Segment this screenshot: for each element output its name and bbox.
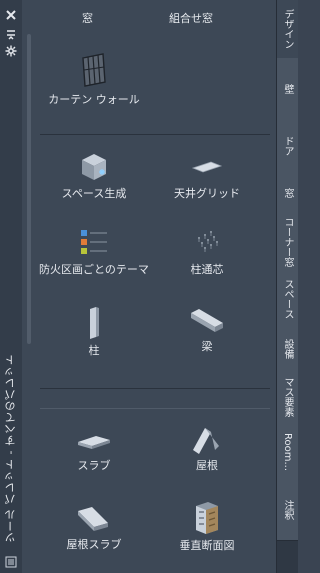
close-icon[interactable] <box>5 6 17 20</box>
assembly-window-tool-label[interactable]: 組合せ窓 <box>169 10 213 26</box>
tool-vertical-section[interactable]: 垂直断面図 <box>152 500 262 553</box>
tab-corner-window[interactable]: コーナー窓 <box>277 214 298 271</box>
tool-label: 防火区画ごとのテーマ <box>39 263 149 276</box>
section-divider <box>40 134 270 135</box>
beam-icon <box>191 309 223 332</box>
palette-tabs: デザイン 壁 ドア 窓 コーナー窓 スペース 設備 マス要素 Room... 注… <box>276 0 298 573</box>
column-grid-icon <box>198 231 218 252</box>
tool-column-grid[interactable]: 柱通芯 <box>152 228 262 277</box>
tab-equipment[interactable]: 設備 <box>277 328 298 371</box>
tool-label: カーテン ウォール <box>48 93 140 106</box>
tool-fire-zone-theme[interactable]: 防火区画ごとのテーマ <box>39 228 149 277</box>
tab-room[interactable]: Room... <box>277 424 298 481</box>
fire-zone-theme-icon <box>81 230 107 254</box>
tool-beam[interactable]: 梁 <box>152 305 262 354</box>
roof-icon <box>193 428 219 454</box>
window-tool-label[interactable]: 窓 <box>82 10 93 26</box>
tool-roof-slab[interactable]: 屋根スラブ <box>39 503 149 552</box>
tool-roof[interactable]: 屋根 <box>152 424 262 473</box>
tab-door[interactable]: ドア <box>277 120 298 173</box>
tool-label: 垂直断面図 <box>179 539 235 552</box>
vertical-section-icon <box>196 502 218 534</box>
tab-wall[interactable]: 壁 <box>277 58 298 121</box>
settings-icon[interactable] <box>5 42 17 57</box>
tool-label: 屋根スラブ <box>66 538 122 551</box>
tool-ceiling-grid[interactable]: 天井グリッド <box>152 150 262 201</box>
tool-curtain-wall[interactable]: カーテン ウォール <box>39 52 149 107</box>
tab-mass-element[interactable]: マス要素 <box>277 370 298 425</box>
tool-space-generate[interactable]: スペース生成 <box>39 150 149 201</box>
tool-palette-content: 窓 組合せ窓 カーテン ウォール スペース生成 天井グリッド 防火区画ごとのテー… <box>22 0 277 573</box>
tool-label: 柱通芯 <box>190 263 224 276</box>
tab-space[interactable]: スペース <box>277 270 298 329</box>
roof-slab-icon <box>78 507 108 531</box>
curtain-wall-icon <box>82 53 106 87</box>
palette-properties-icon[interactable] <box>5 553 17 568</box>
palette-title: ツール パレット - すべてのパレット <box>4 354 17 543</box>
tool-label: スラブ <box>77 459 111 472</box>
section-divider <box>40 408 270 409</box>
section-divider <box>40 388 270 389</box>
tab-design[interactable]: デザイン <box>277 0 298 59</box>
tool-column[interactable]: 柱 <box>39 305 149 358</box>
auto-hide-icon[interactable] <box>5 26 17 40</box>
tab-annotation[interactable]: 注釈 <box>277 480 298 541</box>
tab-window[interactable]: 窓 <box>277 172 298 215</box>
tool-label: スペース生成 <box>61 187 127 200</box>
legend-swatch <box>81 230 87 236</box>
tool-slab[interactable]: スラブ <box>39 428 149 473</box>
palette-title-bar: ツール パレット - すべてのパレット <box>0 0 23 573</box>
space-generate-icon <box>82 154 106 180</box>
tool-label: 屋根 <box>196 459 218 472</box>
legend-swatch <box>81 248 87 254</box>
legend-swatch <box>81 239 87 245</box>
tool-label: 柱 <box>88 344 100 357</box>
tool-label: 天井グリッド <box>174 187 240 200</box>
column-icon <box>90 307 99 339</box>
tool-label: 梁 <box>201 340 213 353</box>
slab-icon <box>78 436 110 449</box>
scrollbar[interactable] <box>27 34 31 344</box>
ceiling-grid-icon <box>191 161 223 173</box>
